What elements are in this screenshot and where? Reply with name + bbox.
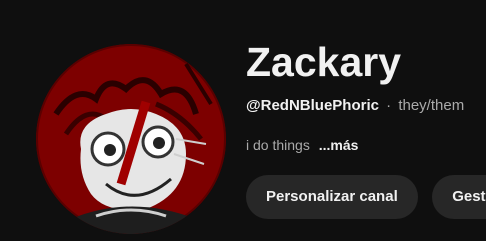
avatar-drawing-icon [36, 44, 226, 234]
channel-avatar[interactable] [36, 44, 226, 234]
channel-description-row[interactable]: i do things ...más [246, 135, 486, 155]
channel-description: i do things [246, 137, 310, 153]
manage-videos-button[interactable]: Gestionar videos [432, 175, 486, 219]
customize-channel-button[interactable]: Personalizar canal [246, 175, 418, 219]
channel-actions: Personalizar canal Gestionar videos [246, 175, 486, 219]
channel-meta: @RedNBluePhoric · they/them [246, 96, 486, 116]
more-link[interactable]: ...más [319, 137, 359, 153]
channel-info: Zackary @RedNBluePhoric · they/them i do… [246, 36, 486, 155]
channel-handle: @RedNBluePhoric [246, 97, 379, 114]
channel-header: Zackary @RedNBluePhoric · they/them i do… [0, 0, 486, 241]
channel-name: Zackary [246, 39, 402, 85]
meta-separator: · [386, 97, 392, 114]
channel-pronouns: they/them [398, 97, 465, 114]
